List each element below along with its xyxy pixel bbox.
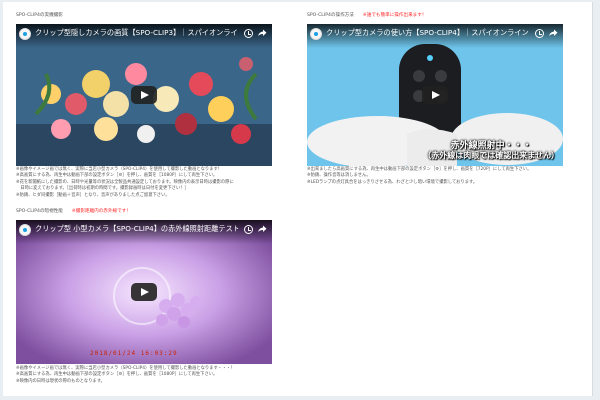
- section-heading: SPO-CLIP4の操作方法 ※誰でも簡単に操作出来ます！: [307, 12, 577, 19]
- watch-later-icon[interactable]: [535, 29, 544, 38]
- channel-icon[interactable]: [310, 28, 322, 40]
- section-heading: SPO-CLIP4の実機撮影: [16, 13, 63, 18]
- section-warning: ※誰でも簡単に操作出来ます！: [362, 13, 427, 18]
- channel-icon[interactable]: [19, 224, 31, 236]
- video-caption: 赤外線照射中・・・ （赤外線は肉眼では確認出来ません）: [423, 141, 559, 161]
- video-timestamp: 2018/01/24 16:03:29: [90, 350, 178, 357]
- video-player-night[interactable]: クリップ型 小型カメラ【SPO-CLIP4】の赤外線照射距離テスト｜スパイオンラ…: [16, 220, 272, 364]
- section-operation: SPO-CLIP4の操作方法 ※誰でも簡単に操作出来ます！ クリップ型カメラの使い…: [307, 12, 577, 187]
- channel-icon[interactable]: [19, 28, 31, 40]
- section-heading-text: SPO-CLIP4の操作方法: [307, 13, 354, 18]
- section-demo: SPO-CLIP4の実機撮影 クリップ型隠しカメラの画質【SPO-CLIP3】｜…: [16, 12, 276, 198]
- note-line: ※LEDランプの点灯具合をはっきりさせる為、わざと少し暗い環境で撮影しております…: [307, 179, 478, 185]
- notes-operation: ※出来ましたら高画質にする為、再生中は動画下部の設定ボタン［⚙］を押し、画質を［…: [307, 167, 531, 186]
- share-icon[interactable]: [257, 28, 267, 38]
- note-line: ※防錆、ヒダ同撮影［動画＋音声］となり、音声がありました点ご留意下さい。: [16, 192, 170, 198]
- section-heading: SPO-CLIP4の暗視性能 ※撮影距離内の赤外線です！: [16, 208, 296, 215]
- section-heading-text: SPO-CLIP4の暗視性能: [16, 209, 63, 214]
- page-content: SPO-CLIP4の実機撮影 クリップ型隠しカメラの画質【SPO-CLIP3】｜…: [3, 2, 593, 396]
- note-line: ※高画質にする為、再生中は動画下部の設定ボタン［⚙］を押し、画質を［1080P］…: [16, 173, 218, 179]
- play-button[interactable]: [131, 86, 157, 104]
- note-line: ※映像内の日時は現状の際のものとなります。: [16, 378, 105, 384]
- notes-demo: ※画像やイメージ画では無く、実際に当店小型カメラ（SPO-CLIP4）を使用して…: [16, 167, 234, 199]
- share-icon[interactable]: [548, 28, 558, 38]
- watch-later-icon[interactable]: [244, 225, 253, 234]
- video-title[interactable]: クリップ型隠しカメラの画質【SPO-CLIP3】｜スパイオンラインショップ: [35, 27, 238, 39]
- note-line: ※高画質にする為、再生中は動画下部の設定ボタン［⚙］を押し、画質を［1080P］…: [16, 372, 218, 378]
- video-player-demo[interactable]: クリップ型隠しカメラの画質【SPO-CLIP3】｜スパイオンラインショップ: [16, 24, 272, 166]
- section-warning: ※撮影距離内の赤外線です！: [71, 209, 131, 214]
- play-button[interactable]: [131, 283, 157, 301]
- video-title[interactable]: クリップ型 小型カメラ【SPO-CLIP4】の赤外線照射距離テスト｜スパイオンラ…: [35, 223, 238, 235]
- video-title[interactable]: クリップ型カメラの使い方【SPO-CLIP4】｜スパイオンラインショップ: [326, 27, 529, 39]
- caption-line: 赤外線照射中・・・: [450, 141, 532, 151]
- play-button[interactable]: [422, 86, 448, 104]
- section-night-vision: SPO-CLIP4の暗視性能 ※撮影距離内の赤外線です！ クリップ型 小型カメラ…: [16, 208, 296, 398]
- video-player-operation[interactable]: クリップ型カメラの使い方【SPO-CLIP4】｜スパイオンラインショップ 赤外線…: [307, 24, 563, 166]
- notes-night: ※画像やイメージ画では無く、実際に当店小型カメラ（SPO-CLIP4）を使用して…: [16, 366, 235, 385]
- caption-line: （赤外線は肉眼では確認出来ません）: [423, 151, 559, 160]
- share-icon[interactable]: [257, 224, 267, 234]
- watch-later-icon[interactable]: [244, 29, 253, 38]
